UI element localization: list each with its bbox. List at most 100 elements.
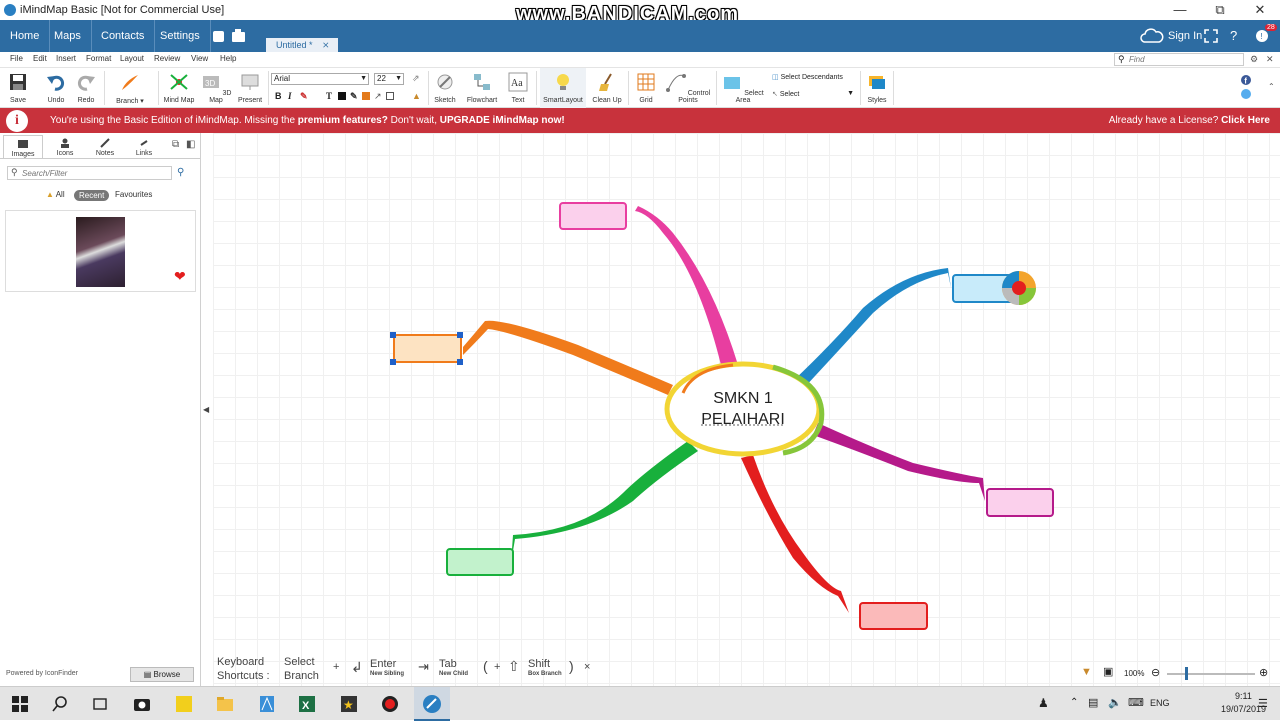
app-icon-blue[interactable]	[257, 694, 277, 714]
menu-help[interactable]: Help	[220, 54, 236, 63]
keyboard-icon[interactable]: ⌨	[1128, 696, 1144, 709]
search-button-icon[interactable]: ⚲	[177, 167, 184, 178]
map3d-button[interactable]: 3D 3D Map	[200, 68, 232, 108]
image-thumbnail[interactable]	[76, 217, 125, 287]
lock-icon[interactable]: ▲	[412, 91, 421, 101]
selectarea-button[interactable]: Select Area	[720, 68, 766, 108]
text-button[interactable]: Aa Text	[504, 68, 532, 108]
flowchart-button[interactable]: Flowchart	[462, 68, 502, 108]
help-icon[interactable]: ?	[1230, 28, 1237, 43]
tab-notes[interactable]: Notes	[85, 135, 125, 159]
topic-box-green[interactable]	[447, 549, 513, 575]
menu-view[interactable]: View	[191, 54, 208, 63]
text-style-icon[interactable]: T	[326, 91, 332, 101]
font-family-select[interactable]: Arial ▼	[271, 73, 369, 85]
filter-icon[interactable]: ▼	[1081, 666, 1092, 678]
windows-start-icon[interactable]	[10, 694, 30, 714]
topic-box-orange[interactable]	[394, 335, 461, 362]
select-dropdown[interactable]: ↖ Select ▼	[772, 90, 856, 98]
branch-magenta[interactable]	[813, 423, 985, 501]
shortcuts-close-icon[interactable]: ×	[584, 661, 590, 673]
branch-orange[interactable]	[463, 321, 673, 395]
search-icon[interactable]	[50, 694, 70, 714]
italic-button[interactable]: I	[288, 91, 292, 101]
fill-color-icon[interactable]	[338, 92, 346, 100]
topic-box-red[interactable]	[860, 603, 927, 629]
active-app-highlight[interactable]	[414, 687, 450, 721]
excel-icon[interactable]: X	[297, 694, 317, 714]
menu-file[interactable]: File	[10, 54, 23, 63]
branch-button[interactable]: Branch ▾	[110, 68, 150, 108]
nav-contacts[interactable]: Contacts	[91, 20, 155, 52]
network-icon[interactable]: ▤	[1088, 696, 1098, 709]
nav-maps[interactable]: Maps	[44, 20, 92, 52]
browse-button[interactable]: ▤ Browse	[130, 667, 194, 682]
close-button[interactable]: ✕	[1240, 0, 1280, 20]
task-view-icon[interactable]	[90, 694, 110, 714]
fit-screen-icon[interactable]: ▣	[1103, 665, 1113, 678]
cleanup-button[interactable]: Clean Up	[590, 68, 624, 108]
line-color-icon[interactable]: ✎	[350, 91, 358, 102]
menu-review[interactable]: Review	[154, 54, 180, 63]
font-grow-icon[interactable]: ⇗	[412, 73, 420, 84]
people-icon[interactable]: ♟	[1038, 696, 1049, 710]
ribbon-collapse-icon[interactable]: ⌃	[1268, 82, 1275, 91]
bold-button[interactable]: B	[275, 91, 282, 101]
filter-recent[interactable]: Recent	[74, 190, 109, 201]
text-color-icon[interactable]: ✎	[300, 91, 308, 102]
twitter-icon[interactable]	[1241, 89, 1251, 99]
sketch-button[interactable]: Sketch	[430, 68, 460, 108]
record-icon[interactable]	[380, 694, 400, 714]
branch-red[interactable]	[741, 455, 849, 613]
selection-handle[interactable]	[390, 359, 396, 365]
document-tab[interactable]: Untitled * ⨯	[266, 38, 338, 52]
border-icon[interactable]	[386, 92, 394, 100]
restore-button[interactable]: ⧉	[1200, 0, 1240, 20]
volume-icon[interactable]: 🔈	[1108, 696, 1122, 709]
tab-icons[interactable]: Icons	[45, 135, 85, 159]
tab-links[interactable]: Links	[124, 135, 164, 159]
heart-icon[interactable]: ❤	[174, 268, 186, 285]
menu-layout[interactable]: Layout	[120, 54, 144, 63]
find-settings-icon[interactable]: ⚙	[1250, 54, 1258, 65]
selection-handle[interactable]	[390, 332, 396, 338]
branch-pink[interactable]	[635, 206, 738, 365]
license-link[interactable]: Already have a License? Click Here	[1109, 115, 1270, 126]
filter-favourites[interactable]: Favourites	[115, 190, 152, 199]
filter-all[interactable]: ▲ All	[46, 190, 65, 199]
fullscreen-icon[interactable]	[1204, 29, 1218, 43]
share-icon[interactable]	[212, 28, 246, 44]
redo-button[interactable]: Redo	[72, 68, 100, 108]
menu-edit[interactable]: Edit	[33, 54, 47, 63]
grid-button[interactable]: Grid	[632, 68, 660, 108]
styles-button[interactable]: Styles	[862, 68, 892, 108]
sticky-notes-icon[interactable]	[174, 694, 194, 714]
upgrade-message[interactable]: You're using the Basic Edition of iMindM…	[50, 115, 565, 126]
file-explorer-icon[interactable]	[215, 694, 235, 714]
central-topic-text[interactable]: SMKN 1 PELAIHARI	[663, 388, 823, 430]
topic-box-pink[interactable]	[560, 203, 626, 229]
font-size-select[interactable]: 22 ▼	[374, 73, 404, 85]
controlpoints-button[interactable]: Control Points	[662, 68, 714, 108]
nav-settings[interactable]: Settings	[150, 20, 211, 52]
menu-format[interactable]: Format	[86, 54, 111, 63]
selection-handle[interactable]	[457, 332, 463, 338]
dock-icon[interactable]: ◧	[186, 139, 195, 150]
menu-insert[interactable]: Insert	[56, 54, 76, 63]
selection-handle[interactable]	[457, 359, 463, 365]
topic-box-magenta[interactable]	[987, 489, 1053, 516]
zoom-out-icon[interactable]: ⊖	[1151, 666, 1160, 679]
branch-color-icon[interactable]	[362, 92, 370, 100]
zoom-slider[interactable]	[1167, 673, 1255, 675]
popout-icon[interactable]: ⧉	[172, 139, 179, 150]
star-app-icon[interactable]: ★	[339, 694, 359, 714]
select-descendants-button[interactable]: ◫ Select Descendants	[772, 73, 843, 81]
branch-green[interactable]	[511, 441, 698, 563]
close-tab-icon[interactable]: ⨯	[322, 38, 330, 52]
find-input[interactable]	[1114, 53, 1244, 66]
language-indicator[interactable]: ENG	[1150, 698, 1170, 708]
panel-collapse-icon[interactable]: ◀	[203, 405, 209, 414]
zoom-slider-thumb[interactable]	[1185, 667, 1188, 680]
undo-button[interactable]: Undo	[42, 68, 70, 108]
find-close-icon[interactable]: ✕	[1266, 54, 1274, 65]
